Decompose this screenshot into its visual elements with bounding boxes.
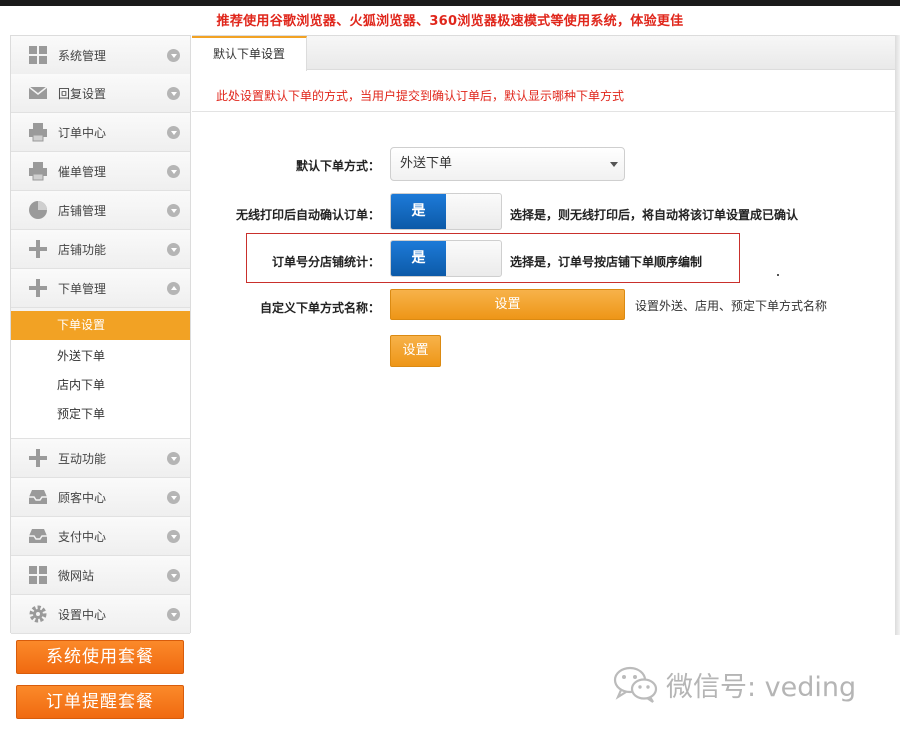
gear-icon	[27, 603, 49, 625]
sidebar-item-label: 设置中心	[58, 607, 107, 622]
sidebar-item-label: 订单中心	[58, 125, 107, 140]
watermark-text: 微信号: veding	[666, 671, 857, 703]
submenu-order-management: 下单设置 外送下单 店内下单 预定下单	[11, 311, 190, 439]
chevron-down-icon	[167, 608, 180, 621]
chevron-down-icon	[167, 491, 180, 504]
order-number-label: 订单号分店铺统计：	[271, 255, 380, 269]
divider	[192, 111, 896, 112]
sidebar-item-reminders[interactable]: 催单管理	[11, 152, 190, 191]
tab-default-order-settings[interactable]: 默认下单设置	[192, 36, 307, 71]
sidebar-item-settings[interactable]: 设置中心	[11, 595, 190, 634]
sidebar-item-label: 店铺功能	[58, 242, 107, 257]
browser-notice: 推荐使用谷歌浏览器、火狐浏览器、360浏览器极速模式等使用系统，体验更佳	[216, 14, 684, 29]
sidebar: 系统管理 回复设置 订单中心 催单管理 店铺管理 店铺功能 下单管理 下单设置 …	[10, 35, 191, 634]
order-reminder-package-button[interactable]: 订单提醒套餐	[16, 685, 184, 719]
system-package-button[interactable]: 系统使用套餐	[16, 640, 184, 674]
chevron-down-icon	[167, 204, 180, 217]
sidebar-item-label: 微网站	[58, 568, 95, 583]
order-number-toggle[interactable]: 是	[390, 240, 502, 277]
panel-edge	[895, 35, 900, 635]
chevron-down-icon	[167, 530, 180, 543]
chevron-down-icon	[167, 49, 180, 62]
toggle-knob	[446, 241, 501, 276]
sidebar-item-label: 系统管理	[58, 48, 107, 63]
settings-description: 此处设置默认下单的方式，当用户提交到确认订单后，默认显示哪种下单方式	[216, 89, 625, 103]
sidebar-item-orders[interactable]: 订单中心	[11, 113, 190, 152]
submenu-item-order-settings[interactable]: 下单设置	[11, 311, 190, 340]
inbox-icon	[27, 525, 49, 547]
toggle-yes: 是	[391, 241, 446, 276]
chevron-down-icon	[167, 243, 180, 256]
sidebar-item-label: 顾客中心	[58, 490, 107, 505]
grid-icon	[27, 564, 49, 586]
plus-icon	[27, 277, 49, 299]
chevron-down-icon	[167, 569, 180, 582]
chevron-down-icon	[167, 452, 180, 465]
top-strip	[0, 0, 900, 6]
default-order-label: 默认下单方式：	[295, 159, 380, 173]
submenu-item-dine-in[interactable]: 店内下单	[11, 371, 190, 400]
auto-confirm-toggle[interactable]: 是	[390, 193, 502, 230]
auto-confirm-hint: 选择是，则无线打印后，将自动将该订单设置成已确认	[510, 208, 799, 222]
sidebar-item-label: 店铺管理	[58, 203, 107, 218]
wechat-icon	[612, 664, 658, 704]
printer-icon	[27, 121, 49, 143]
custom-name-hint: 设置外送、店用、预定下单方式名称	[635, 299, 828, 313]
custom-name-settings-button[interactable]: 设置	[390, 289, 625, 320]
toggle-knob	[446, 194, 501, 229]
wechat-watermark: 微信号: veding	[612, 664, 856, 704]
caret-down-icon	[610, 162, 618, 167]
chevron-down-icon	[167, 126, 180, 139]
sidebar-item-payment[interactable]: 支付中心	[11, 517, 190, 556]
sidebar-item-microsite[interactable]: 微网站	[11, 556, 190, 595]
sidebar-item-label: 互动功能	[58, 451, 107, 466]
submenu-item-delivery[interactable]: 外送下单	[11, 342, 190, 371]
sidebar-item-customers[interactable]: 顾客中心	[11, 478, 190, 517]
sidebar-item-system[interactable]: 系统管理	[11, 36, 190, 75]
sidebar-item-label: 支付中心	[58, 529, 107, 544]
custom-name-label: 自定义下单方式名称：	[259, 301, 380, 315]
sidebar-item-store-features[interactable]: 店铺功能	[11, 230, 190, 269]
chevron-down-icon	[167, 165, 180, 178]
order-number-hint: 选择是，订单号按店铺下单顺序编制	[510, 255, 703, 269]
auto-confirm-label: 无线打印后自动确认订单：	[235, 208, 380, 222]
toggle-yes: 是	[391, 194, 446, 229]
chevron-down-icon	[167, 87, 180, 100]
chevron-up-icon	[167, 282, 180, 295]
inbox-icon	[27, 486, 49, 508]
envelope-icon	[27, 82, 49, 104]
pie-chart-icon	[27, 199, 49, 221]
default-order-select[interactable]: 外送下单	[390, 147, 625, 181]
sidebar-item-label: 下单管理	[58, 281, 107, 296]
sidebar-item-label: 回复设置	[58, 86, 107, 101]
plus-icon	[27, 447, 49, 469]
sidebar-item-store[interactable]: 店铺管理	[11, 191, 190, 230]
printer-icon	[27, 160, 49, 182]
sidebar-item-reply[interactable]: 回复设置	[11, 74, 190, 113]
sidebar-item-interaction[interactable]: 互动功能	[11, 439, 190, 478]
grid-icon	[27, 44, 49, 66]
sidebar-item-order-management[interactable]: 下单管理	[11, 269, 190, 308]
default-order-value: 外送下单	[400, 156, 453, 171]
tab-bar: 默认下单设置	[192, 35, 896, 71]
submenu-item-reservation[interactable]: 预定下单	[11, 400, 190, 429]
stray-dot	[777, 274, 779, 276]
save-settings-button[interactable]: 设置	[390, 335, 441, 367]
sidebar-item-label: 催单管理	[58, 164, 107, 179]
plus-icon	[27, 238, 49, 260]
